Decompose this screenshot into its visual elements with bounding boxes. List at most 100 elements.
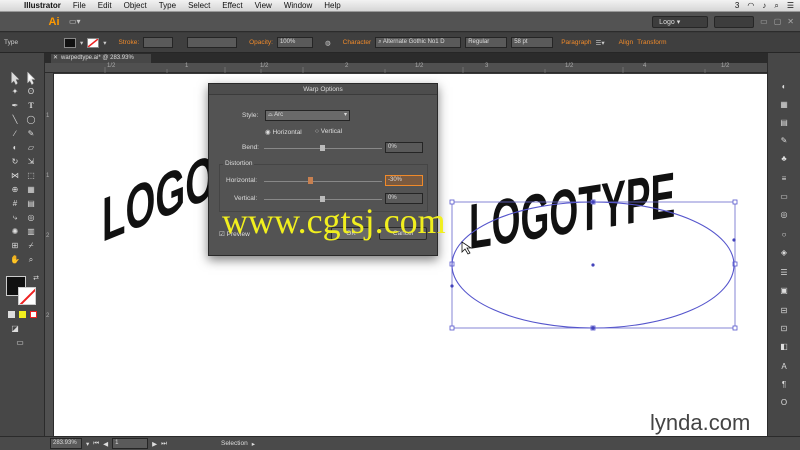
menu-edit[interactable]: Edit [92,1,118,10]
paintbrush-tool-icon[interactable]: ∕ [9,128,21,140]
prev-artboard-icon[interactable]: ◀ [103,440,108,448]
graphic-styles-panel-icon[interactable]: ◈ [778,247,790,259]
horizontal-radio[interactable]: ◉ Horizontal [265,128,302,136]
swatches-panel-icon[interactable]: ▤ [778,117,790,129]
color-panel-icon[interactable]: ◐ [778,81,790,93]
artboard-field[interactable]: 1 [112,438,149,449]
slice-tool-icon[interactable]: ⌿ [25,240,37,252]
draw-mode-icon[interactable]: ◪ [9,323,21,335]
hand-tool-icon[interactable]: ✋ [9,254,21,266]
chevron-down-icon[interactable]: ▾ [86,440,89,448]
stroke-weight-field[interactable] [143,37,174,48]
next-artboard-icon[interactable]: ▶ [152,440,157,448]
align-center-icon[interactable]: ☰▾ [596,39,605,47]
mesh-tool-icon[interactable]: # [9,198,21,210]
stroke-panel-icon[interactable]: ≡ [778,173,790,185]
status-text[interactable]: Selection [221,440,248,447]
blend-tool-icon[interactable]: ◎ [25,212,37,224]
horizontal-ruler[interactable]: 1/2 1 1/2 2 1/2 3 1/2 4 1/2 [45,63,767,73]
first-artboard-icon[interactable]: ⏮ [93,440,99,448]
opacity-label[interactable]: Opacity: [249,39,273,46]
eyedropper-tool-icon[interactable]: ⤷ [9,212,21,224]
stroke-color-box[interactable] [18,287,36,305]
opentype-panel-icon[interactable]: O [778,397,790,409]
chevron-down-icon[interactable]: ▾ [80,39,83,47]
dist-h-slider-thumb[interactable] [308,177,313,184]
graph-tool-icon[interactable]: ▥ [25,226,37,238]
menu-object[interactable]: Object [118,1,153,10]
menu-app[interactable]: Illustrator [18,1,67,10]
free-transform-tool-icon[interactable]: ⬚ [25,170,37,182]
fill-swatch[interactable] [64,37,76,48]
symbols-panel-icon[interactable]: ♣ [778,153,790,165]
lasso-tool-icon[interactable]: ʘ [25,86,37,98]
blob-brush-tool-icon[interactable]: ◐ [9,142,21,154]
zoom-tool-icon[interactable]: ⌕ [25,254,37,266]
bridge-icon[interactable]: ▭▾ [69,17,81,26]
stroke-label[interactable]: Stroke: [119,39,140,46]
menu-file[interactable]: File [67,1,92,10]
screen-mode-icon[interactable]: ▭ [14,337,26,349]
swap-colors-icon[interactable]: ⇄ [30,273,42,285]
magic-wand-tool-icon[interactable]: ✦ [9,86,21,98]
stroke-swatch[interactable] [87,37,100,48]
paragraph-panel-icon[interactable]: ¶ [778,379,790,391]
type-tool-icon[interactable]: T [25,100,37,112]
menu-window[interactable]: Window [278,1,318,10]
artboards-panel-icon[interactable]: ▣ [778,285,790,297]
dist-h-slider[interactable] [264,181,382,182]
character-label[interactable]: Character [343,39,372,46]
zoom-field[interactable]: 283.93% [50,438,82,449]
width-tool-icon[interactable]: ⋈ [9,170,21,182]
gradient-tool-icon[interactable]: ▤ [25,198,37,210]
pen-tool-icon[interactable]: ✒ [9,100,21,112]
transform-label[interactable]: Transform [637,39,666,46]
bend-field[interactable]: 0% [385,142,423,153]
ellipse-tool-icon[interactable]: ◯ [25,114,37,126]
color-mode-button[interactable] [8,311,15,318]
line-tool-icon[interactable]: ╲ [9,114,21,126]
shape-builder-tool-icon[interactable]: ⊕ [9,184,21,196]
symbol-sprayer-tool-icon[interactable]: ✺ [9,226,21,238]
workspace-switcher[interactable]: Logo ▾ [652,15,709,28]
minimize-icon[interactable]: ▭ [760,17,768,26]
cc-badge[interactable]: 3 [735,1,739,10]
align-label[interactable]: Align [619,39,633,46]
direct-selection-tool-icon[interactable] [25,71,37,83]
wifi-icon[interactable]: ◠ [747,1,754,10]
chevron-down-icon[interactable]: ▾ [103,39,106,47]
transform-panel-icon[interactable]: ⊡ [778,323,790,335]
last-artboard-icon[interactable]: ⏭ [161,440,167,448]
gradient-mode-button[interactable] [19,311,26,318]
appearance-panel-icon[interactable]: ○ [778,229,790,241]
vertical-ruler[interactable]: 1 1 2 2 [45,73,54,436]
brushes-panel-icon[interactable]: ✎ [778,135,790,147]
bend-slider-thumb[interactable] [320,145,325,151]
close-icon[interactable]: ✕ [53,54,58,63]
pencil-tool-icon[interactable]: ✎ [25,128,37,140]
menu-view[interactable]: View [249,1,278,10]
paragraph-label[interactable]: Paragraph [561,39,591,46]
list-icon[interactable]: ☰ [787,1,794,10]
font-family-field[interactable]: ⌕ Alternate Gothic No1 D [375,37,462,48]
dist-h-field[interactable]: -30% [385,175,423,186]
rotate-tool-icon[interactable]: ↻ [9,156,21,168]
character-panel-icon[interactable]: A [778,361,790,373]
gradient-panel-icon[interactable]: ▭ [778,191,790,203]
style-dropdown[interactable]: ⌓ Arc ▾ [265,110,350,121]
menu-help[interactable]: Help [318,1,346,10]
perspective-grid-tool-icon[interactable]: ▦ [25,184,37,196]
spotlight-icon[interactable]: ⌕ [774,1,778,11]
font-size-field[interactable]: 58 pt [511,37,554,48]
artboard-tool-icon[interactable]: ⊞ [9,240,21,252]
selection-tool-icon[interactable] [9,71,21,83]
stroke-profile-field[interactable] [187,37,238,48]
close-icon[interactable]: ✕ [787,17,794,26]
menu-effect[interactable]: Effect [216,1,248,10]
maximize-icon[interactable]: ▢ [774,17,782,26]
align-panel-icon[interactable]: ⊟ [778,305,790,317]
search-input[interactable] [714,15,755,28]
layers-panel-icon[interactable]: ☰ [778,267,790,279]
transparency-panel-icon[interactable]: ◎ [778,209,790,221]
vertical-radio[interactable]: ○ Vertical [315,128,342,135]
